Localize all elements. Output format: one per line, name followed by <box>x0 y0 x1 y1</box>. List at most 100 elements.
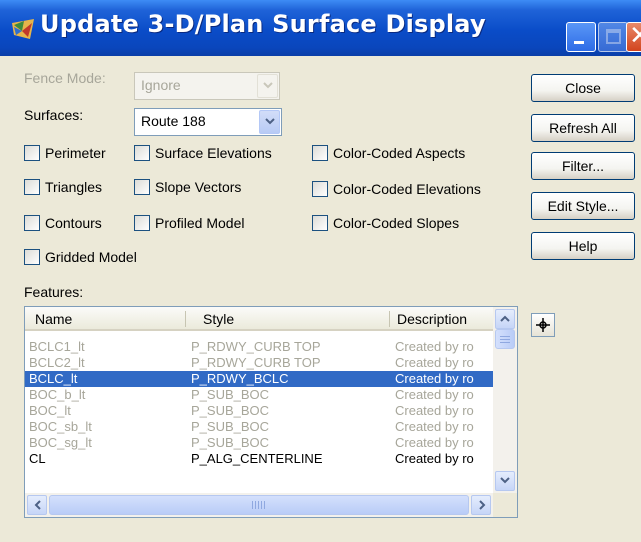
perimeter-checkbox[interactable]: Perimeter <box>24 145 106 161</box>
checkbox-label: Profiled Model <box>155 215 245 231</box>
horizontal-scroll-thumb[interactable] <box>49 495 469 515</box>
row-name: BCLC_lt <box>29 371 78 386</box>
chevron-down-icon <box>500 477 510 484</box>
features-list[interactable]: Name Style Description BCLC1_lt P_RDWY_C… <box>24 306 518 518</box>
checkbox-label: Color-Coded Elevations <box>333 181 481 197</box>
checkbox-box[interactable] <box>312 215 328 231</box>
chevron-right-icon <box>479 500 486 510</box>
row-description: Created by ro <box>395 419 474 434</box>
column-header-name[interactable]: Name <box>35 311 72 327</box>
checkbox-label: Triangles <box>45 179 103 195</box>
checkbox-label: Gridded Model <box>45 249 137 265</box>
scroll-right-button[interactable] <box>471 495 491 515</box>
row-style: P_SUB_BOC <box>191 419 270 434</box>
features-label: Features: <box>24 284 84 300</box>
color-coded-aspects-checkbox[interactable]: Color-Coded Aspects <box>312 145 465 161</box>
horizontal-scrollbar[interactable] <box>25 493 493 517</box>
vertical-scrollbar[interactable] <box>493 307 517 493</box>
row-description: Created by ro <box>395 451 474 466</box>
maximize-icon <box>606 29 621 44</box>
close-window-button[interactable]: ✕ <box>626 21 641 52</box>
color-coded-elevations-checkbox[interactable]: Color-Coded Elevations <box>312 181 481 197</box>
chevron-down-icon <box>265 118 275 125</box>
table-row[interactable]: BCLC1_lt P_RDWY_CURB TOP Created by ro <box>25 339 493 355</box>
fence-mode-label: Fence Mode: <box>24 70 106 86</box>
refresh-all-button[interactable]: Refresh All <box>531 114 635 142</box>
checkbox-label: Contours <box>45 215 102 231</box>
row-name: BCLC1_lt <box>29 339 85 354</box>
row-style: P_RDWY_CURB TOP <box>191 355 321 370</box>
checkbox-label: Perimeter <box>45 145 106 161</box>
checkbox-box[interactable] <box>312 181 328 197</box>
row-name: CL <box>29 451 46 466</box>
table-row[interactable]: BOC_sb_lt P_SUB_BOC Created by ro <box>25 419 493 435</box>
crosshair-locate-icon <box>536 318 550 332</box>
table-row-selected[interactable]: BCLC_lt P_RDWY_BCLC Created by ro <box>25 371 493 387</box>
checkbox-label: Surface Elevations <box>155 145 272 161</box>
window-title: Update 3-D/Plan Surface Display <box>40 10 486 38</box>
surfaces-value: Route 188 <box>141 113 206 129</box>
maximize-button <box>598 22 628 52</box>
help-button[interactable]: Help <box>531 232 635 260</box>
close-button[interactable]: Close <box>531 74 635 102</box>
checkbox-box[interactable] <box>24 215 40 231</box>
minimize-icon <box>574 41 584 44</box>
fence-mode-value: Ignore <box>141 77 181 93</box>
checkbox-label: Color-Coded Aspects <box>333 145 466 161</box>
gridded-model-checkbox[interactable]: Gridded Model <box>24 249 137 265</box>
contours-checkbox[interactable]: Contours <box>24 215 102 231</box>
profiled-model-checkbox[interactable]: Profiled Model <box>134 215 245 231</box>
checkbox-box[interactable] <box>134 145 150 161</box>
scroll-left-button[interactable] <box>27 495 47 515</box>
row-name: BOC_lt <box>29 403 71 418</box>
chevron-down-icon <box>263 82 273 89</box>
table-row[interactable]: BOC_sg_lt P_SUB_BOC Created by ro <box>25 435 493 451</box>
row-description: Created by ro <box>395 371 474 386</box>
table-row[interactable]: BCLC2_lt P_RDWY_CURB TOP Created by ro <box>25 355 493 371</box>
fence-mode-select: Ignore <box>134 72 280 100</box>
scroll-up-button[interactable] <box>495 309 515 329</box>
triangles-checkbox[interactable]: Triangles <box>24 179 102 195</box>
row-style: P_SUB_BOC <box>191 387 270 402</box>
edit-style-button[interactable]: Edit Style... <box>531 192 635 220</box>
table-row[interactable]: BOC_lt P_SUB_BOC Created by ro <box>25 403 493 419</box>
row-description: Created by ro <box>395 403 474 418</box>
row-name: BOC_b_lt <box>29 387 86 402</box>
filter-button[interactable]: Filter... <box>531 152 635 180</box>
row-description: Created by ro <box>395 339 474 354</box>
row-style: P_SUB_BOC <box>191 403 270 418</box>
list-header: Name Style Description <box>25 307 493 331</box>
checkbox-box[interactable] <box>312 145 328 161</box>
row-name: BOC_sb_lt <box>29 419 92 434</box>
color-coded-slopes-checkbox[interactable]: Color-Coded Slopes <box>312 215 459 231</box>
checkbox-box[interactable] <box>24 249 40 265</box>
slope-vectors-checkbox[interactable]: Slope Vectors <box>134 179 241 195</box>
table-row[interactable]: CL P_ALG_CENTERLINE Created by ro <box>25 451 493 467</box>
table-row[interactable]: BOC_b_lt P_SUB_BOC Created by ro <box>25 387 493 403</box>
checkbox-box[interactable] <box>24 179 40 195</box>
column-header-style[interactable]: Style <box>203 311 234 327</box>
row-description: Created by ro <box>395 387 474 402</box>
checkbox-label: Color-Coded Slopes <box>333 215 460 231</box>
row-description: Created by ro <box>395 435 474 450</box>
title-bar[interactable]: Update 3-D/Plan Surface Display ✕ <box>0 0 641 56</box>
surface-app-icon <box>12 19 34 39</box>
row-name: BCLC2_lt <box>29 355 85 370</box>
chevron-up-icon <box>500 315 510 322</box>
row-style: P_SUB_BOC <box>191 435 270 450</box>
checkbox-box[interactable] <box>24 145 40 161</box>
checkbox-box[interactable] <box>134 179 150 195</box>
minimize-button[interactable] <box>566 22 596 52</box>
locate-feature-button[interactable] <box>531 313 555 337</box>
row-description: Created by ro <box>395 355 474 370</box>
surface-elevations-checkbox[interactable]: Surface Elevations <box>134 145 272 161</box>
checkbox-box[interactable] <box>134 215 150 231</box>
column-header-description[interactable]: Description <box>397 311 467 327</box>
row-style: P_RDWY_BCLC <box>191 371 289 386</box>
vertical-scroll-thumb[interactable] <box>495 329 515 349</box>
chevron-left-icon <box>34 500 41 510</box>
row-style: P_RDWY_CURB TOP <box>191 339 321 354</box>
surfaces-select[interactable]: Route 188 <box>134 108 282 136</box>
row-name: BOC_sg_lt <box>29 435 92 450</box>
scroll-down-button[interactable] <box>495 471 515 491</box>
